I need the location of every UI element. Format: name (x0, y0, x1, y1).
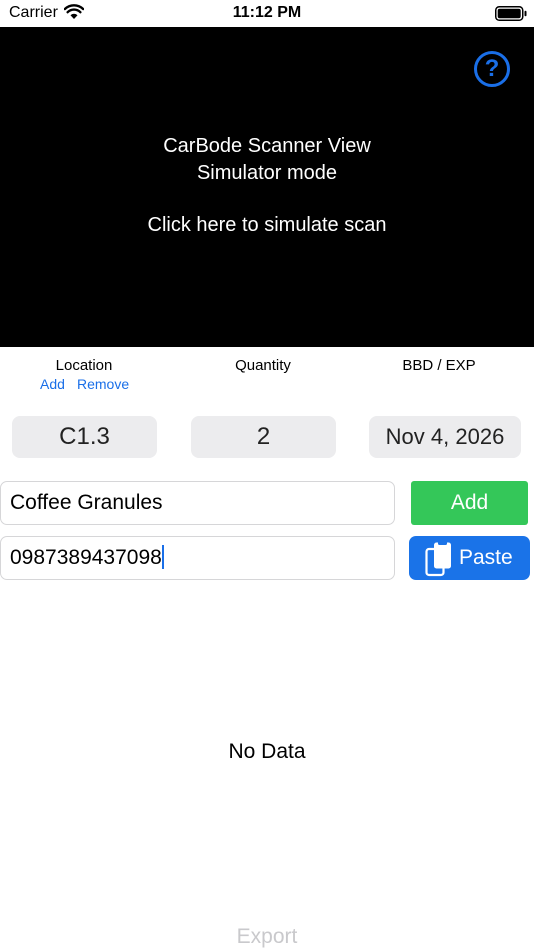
battery-icon (495, 6, 527, 21)
remove-location-link[interactable]: Remove (77, 376, 129, 392)
export-button[interactable]: Export (0, 925, 534, 949)
location-label: Location (55, 357, 113, 374)
product-name-field[interactable]: Coffee Granules (0, 481, 395, 525)
clipboard-icon (425, 541, 451, 577)
add-button[interactable]: Add (411, 481, 528, 525)
location-selector[interactable]: C1.3 (12, 416, 157, 458)
clock: 11:12 PM (232, 4, 302, 21)
paste-button[interactable]: Paste (409, 536, 530, 580)
quantity-label: Quantity (235, 357, 291, 374)
barcode-value: 0987389437098 (10, 546, 162, 569)
expiry-date-picker[interactable]: Nov 4, 2026 (369, 416, 521, 458)
empty-list-message: No Data (228, 740, 306, 763)
quantity-selector[interactable]: 2 (191, 416, 336, 458)
status-bar: Carrier 11:12 PM (0, 0, 534, 27)
text-caret (161, 544, 164, 569)
scanner-title: CarBode Scanner View (163, 135, 371, 157)
barcode-field[interactable]: 0987389437098 (0, 536, 395, 580)
simulator-mode-label: Simulator mode (196, 162, 338, 184)
help-icon[interactable]: ? (474, 51, 510, 87)
paste-label: Paste (459, 546, 513, 569)
expiry-label: BBD / EXP (402, 357, 476, 374)
product-name-value: Coffee Granules (10, 491, 163, 514)
add-location-link[interactable]: Add (40, 376, 65, 392)
scanner-view[interactable]: ? CarBode Scanner View Simulator mode Cl… (0, 27, 534, 347)
simulate-scan-prompt: Click here to simulate scan (147, 214, 387, 236)
